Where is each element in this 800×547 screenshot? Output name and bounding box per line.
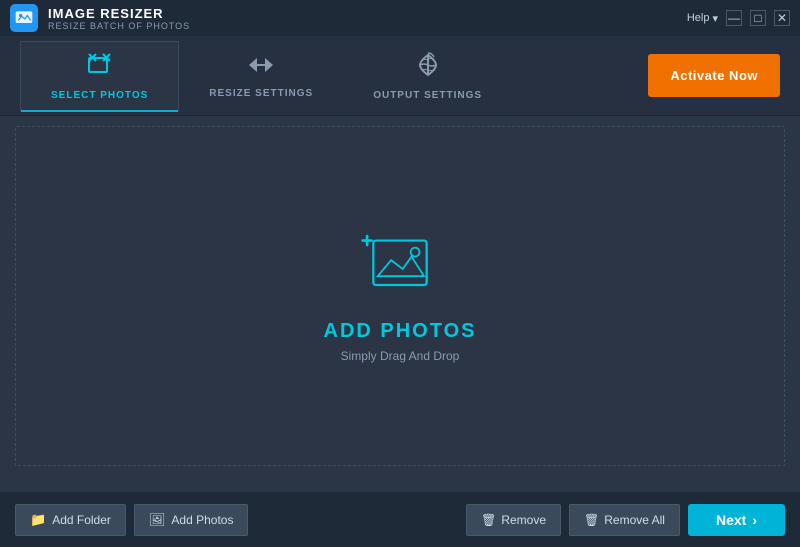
help-button[interactable]: Help ▾ (687, 12, 718, 25)
trash-all-icon: 🗑 (584, 513, 599, 527)
remove-button[interactable]: 🗑 Remove (466, 504, 561, 536)
select-photos-icon (86, 51, 114, 85)
add-photos-icon (360, 230, 440, 305)
remove-label: Remove (501, 513, 546, 527)
bottom-left-actions: 📁 Add Folder 🖼 Add Photos (15, 504, 248, 536)
add-folder-button[interactable]: 📁 Add Folder (15, 504, 126, 536)
add-photos-button[interactable]: 🖼 Add Photos (134, 504, 249, 536)
tab-output-settings-label: OUTPUT SETTINGS (373, 90, 482, 101)
minimize-button[interactable]: — (726, 10, 742, 26)
resize-settings-icon (247, 53, 275, 83)
tabbar: SELECT PHOTOS RESIZE SETTINGS (0, 36, 800, 116)
app-title: IMAGE RESIZER (48, 6, 190, 21)
tab-resize-settings-label: RESIZE SETTINGS (209, 88, 313, 99)
bottombar: 📁 Add Folder 🖼 Add Photos 🗑 Remove 🗑 Rem… (0, 492, 800, 547)
add-folder-label: Add Folder (52, 513, 111, 527)
app-title-block: IMAGE RESIZER RESIZE BATCH OF PHOTOS (48, 6, 190, 31)
app-logo (10, 4, 38, 32)
next-arrow-icon: › (752, 512, 757, 528)
close-button[interactable]: ✕ (774, 10, 790, 26)
app-logo-icon (14, 8, 34, 28)
add-photos-label: ADD PHOTOS (324, 320, 477, 343)
drag-drop-label: Simply Drag And Drop (341, 349, 460, 363)
activate-now-button[interactable]: Activate Now (648, 54, 780, 97)
add-photos-button-label: Add Photos (171, 513, 233, 527)
drop-zone[interactable]: ADD PHOTOS Simply Drag And Drop (15, 126, 785, 466)
remove-all-label: Remove All (604, 513, 665, 527)
chevron-down-icon: ▾ (712, 12, 718, 25)
bottom-right-actions: 🗑 Remove 🗑 Remove All Next › (466, 504, 785, 536)
tab-select-photos[interactable]: SELECT PHOTOS (20, 41, 179, 111)
window-controls: Help ▾ — □ ✕ (687, 10, 790, 26)
titlebar: IMAGE RESIZER RESIZE BATCH OF PHOTOS Hel… (0, 0, 800, 36)
tab-select-photos-label: SELECT PHOTOS (51, 90, 148, 101)
next-button[interactable]: Next › (688, 504, 785, 536)
output-settings-icon (414, 51, 442, 85)
tab-output-settings[interactable]: OUTPUT SETTINGS (343, 41, 512, 111)
photo-icon: 🖼 (149, 512, 166, 528)
next-label: Next (716, 512, 746, 528)
maximize-button[interactable]: □ (750, 10, 766, 26)
app-subtitle: RESIZE BATCH OF PHOTOS (48, 21, 190, 31)
tab-resize-settings[interactable]: RESIZE SETTINGS (179, 41, 343, 111)
remove-all-button[interactable]: 🗑 Remove All (569, 504, 680, 536)
folder-icon: 📁 (30, 512, 46, 528)
trash-icon: 🗑 (481, 513, 496, 527)
